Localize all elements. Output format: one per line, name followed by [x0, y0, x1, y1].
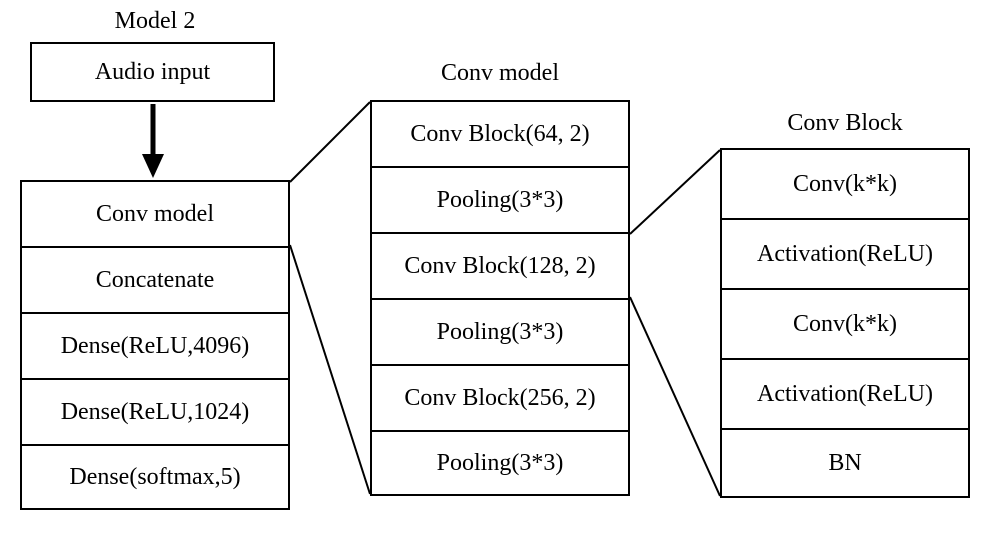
arrow-audio-to-conv	[138, 102, 168, 182]
title-model2: Model 2	[95, 8, 215, 35]
conv-block-stack: Conv(k*k) Activation(ReLU) Conv(k*k) Act…	[720, 148, 970, 498]
conv-block-256: Conv Block(256, 2)	[370, 364, 630, 430]
title-conv-block: Conv Block	[770, 110, 920, 137]
activation1: Activation(ReLU)	[720, 218, 970, 288]
pooling-1: Pooling(3*3)	[370, 166, 630, 232]
pipeline-stack: Conv model Concatenate Dense(ReLU,4096) …	[20, 180, 290, 510]
conv-block-128: Conv Block(128, 2)	[370, 232, 630, 298]
conv-model-stack: Conv Block(64, 2) Pooling(3*3) Conv Bloc…	[370, 100, 630, 496]
activation2: Activation(ReLU)	[720, 358, 970, 428]
conv2: Conv(k*k)	[720, 288, 970, 358]
pooling-3: Pooling(3*3)	[370, 430, 630, 496]
bn: BN	[720, 428, 970, 498]
conv1: Conv(k*k)	[720, 148, 970, 218]
pipeline-conv-model: Conv model	[20, 180, 290, 246]
title-conv-model: Conv model	[420, 60, 580, 87]
pipeline-dense3: Dense(softmax,5)	[20, 444, 290, 510]
conv-block-64: Conv Block(64, 2)	[370, 100, 630, 166]
pipeline-dense1: Dense(ReLU,4096)	[20, 312, 290, 378]
pooling-2: Pooling(3*3)	[370, 298, 630, 364]
pipeline-dense2: Dense(ReLU,1024)	[20, 378, 290, 444]
pipeline-concatenate: Concatenate	[20, 246, 290, 312]
audio-input-box: Audio input	[30, 42, 275, 102]
